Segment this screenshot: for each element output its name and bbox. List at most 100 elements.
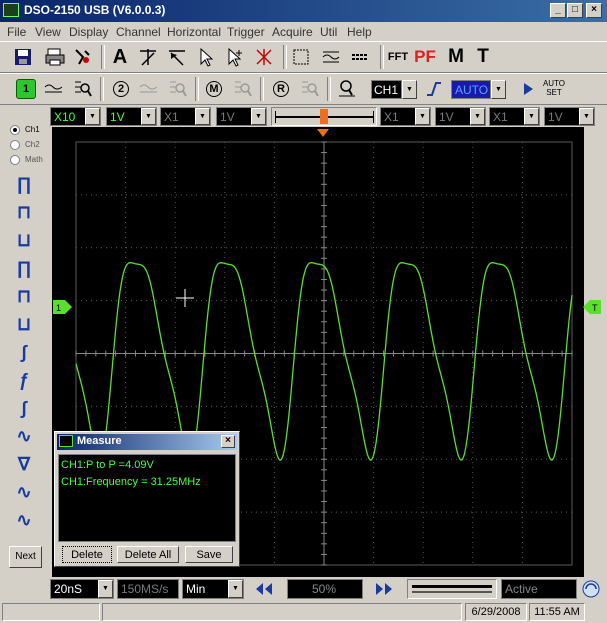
pulse-icon[interactable]: ⊓ (13, 201, 35, 223)
ch2-zoom-icon[interactable] (165, 77, 191, 101)
fft-icon[interactable]: FFT (385, 45, 411, 69)
trigger-position-marker-icon[interactable] (316, 128, 330, 138)
pulse-neg-icon[interactable]: ⊔ (13, 313, 35, 335)
wave-lines-icon[interactable] (318, 45, 344, 69)
sample-rate-display: 150MS/s (117, 579, 179, 599)
measure-result-freq: CH1:Frequency = 31.25MHz (61, 476, 201, 488)
separator (380, 45, 384, 69)
chevron-down-icon: ▼ (251, 108, 266, 125)
next-button[interactable]: Next (9, 546, 42, 568)
ch2-toggle-icon[interactable]: 2 (108, 77, 134, 101)
ch2-number: 2 (113, 81, 129, 97)
ch1-wave-icon[interactable] (41, 77, 67, 101)
chevron-down-icon: ▼ (579, 108, 594, 125)
slider-thumb[interactable] (320, 109, 328, 124)
ch1-probe-combo[interactable]: X10 ▼ (50, 107, 101, 126)
minimize-button[interactable]: _ (550, 3, 566, 18)
close-button[interactable]: × (586, 3, 602, 18)
separator (327, 77, 331, 101)
menu-util[interactable]: Util (320, 25, 337, 39)
delete-button[interactable]: Delete (62, 546, 112, 563)
ch2-wave-icon[interactable] (136, 77, 162, 101)
trigger-mode-combo[interactable]: AUTO (451, 80, 491, 99)
pointer-icon[interactable] (193, 45, 219, 69)
trigger-mode-dropdown-icon[interactable]: ▼ (491, 80, 506, 99)
rect-icon[interactable] (288, 45, 314, 69)
cursor-x-icon[interactable] (251, 45, 277, 69)
ch1-volts-combo[interactable]: 1V ▼ (106, 107, 157, 126)
menu-horizontal[interactable]: Horizontal (167, 25, 221, 39)
edge-rise-icon[interactable]: ∫ (13, 341, 35, 363)
pulse-pos-icon[interactable]: ⊓ (13, 285, 35, 307)
auto-set-button[interactable]: AUTO SET (540, 79, 568, 97)
pulse-double-icon[interactable]: ∏ (13, 257, 35, 279)
menu-channel[interactable]: Channel (116, 25, 161, 39)
pointer-plus-icon[interactable] (222, 45, 248, 69)
trigger-slope-icon[interactable] (421, 77, 447, 101)
pulse-narrow-icon[interactable]: ⊔ (13, 229, 35, 251)
menu-acquire[interactable]: Acquire (272, 25, 313, 39)
app-icon (3, 3, 19, 17)
ref-toggle-icon[interactable]: R (268, 77, 294, 101)
ch1-ground-marker-icon[interactable]: 1 (52, 299, 74, 315)
menu-view[interactable]: View (35, 25, 61, 39)
video-icon[interactable]: ∿ (13, 425, 35, 447)
menu-file[interactable]: File (7, 25, 26, 39)
lines-icon[interactable] (347, 45, 373, 69)
scroll-right-button[interactable] (368, 579, 398, 599)
search-icon[interactable] (334, 77, 360, 101)
menu-trigger[interactable]: Trigger (227, 25, 265, 39)
menu-help[interactable]: Help (347, 25, 372, 39)
measure-title-bar: Measure × (57, 434, 237, 450)
save-measure-button[interactable]: Save (185, 546, 233, 563)
double-arrow-left-icon (256, 583, 272, 595)
trigger-level-marker-icon[interactable]: T (582, 299, 602, 315)
math-icon[interactable]: M (443, 45, 469, 69)
math-probe-combo[interactable]: X1 ▼ (380, 107, 431, 126)
menu-display[interactable]: Display (69, 25, 108, 39)
ref-volts-combo[interactable]: 1V ▼ (544, 107, 595, 126)
delete-all-button[interactable]: Delete All (117, 546, 179, 563)
timebase-combo[interactable]: 20nS ▼ (50, 579, 114, 599)
trigger-source-combo[interactable]: CH1 (371, 80, 402, 99)
measure-close-icon[interactable]: × (221, 435, 235, 448)
ref-probe-combo[interactable]: X1 ▼ (489, 107, 540, 126)
cursor-diag-icon[interactable] (164, 45, 190, 69)
pulse-wide-icon[interactable]: ∏ (13, 173, 35, 195)
alt-trigger-icon[interactable]: ∿ (13, 509, 35, 531)
video-field-icon[interactable]: ∇ (13, 453, 35, 475)
math-zoom-icon[interactable] (230, 77, 256, 101)
horizontal-position-slider[interactable] (271, 107, 377, 126)
radio-ch2[interactable] (10, 140, 20, 150)
ch1-toggle-icon[interactable]: 1 (13, 77, 39, 101)
edge-fall-icon[interactable]: ƒ (13, 369, 35, 391)
ch2-volts-combo[interactable]: 1V ▼ (216, 107, 267, 126)
trigger-t-icon[interactable]: T (470, 45, 496, 69)
radio-ch1[interactable] (10, 125, 20, 135)
crosshair-cursor-icon (176, 289, 194, 307)
run-stop-icon[interactable] (582, 580, 600, 598)
run-icon[interactable] (515, 77, 541, 101)
measure-app-icon (59, 435, 73, 447)
maximize-button[interactable]: □ (567, 3, 583, 18)
radio-math[interactable] (10, 155, 20, 165)
print-icon[interactable] (42, 45, 68, 69)
acquire-mode-combo[interactable]: Min ▼ (182, 579, 244, 599)
math-volts-combo[interactable]: 1V ▼ (435, 107, 486, 126)
save-icon[interactable] (10, 45, 36, 69)
pass-fail-icon[interactable]: PF (412, 45, 438, 69)
cursor-cross-icon[interactable] (135, 45, 161, 69)
bottom-bar: 20nS ▼ 150MS/s Min ▼ 50% Active (0, 578, 607, 600)
ch1-zoom-icon[interactable] (70, 77, 96, 101)
settings-icon[interactable] (70, 45, 96, 69)
window-title: DSO-2150 USB (V6.0.0.3) (24, 3, 166, 17)
video-line-icon[interactable]: ∿ (13, 481, 35, 503)
ch2-probe-combo[interactable]: X1 ▼ (160, 107, 211, 126)
text-icon[interactable]: A (107, 45, 133, 69)
measure-window: Measure × CH1:P to P =4.09V CH1:Frequenc… (54, 431, 240, 567)
edge-slope-icon[interactable]: ∫ (13, 397, 35, 419)
math-toggle-icon[interactable]: M (201, 77, 227, 101)
ref-zoom-icon[interactable] (297, 77, 323, 101)
scroll-left-button[interactable] (250, 579, 280, 599)
trigger-source-dropdown-icon[interactable]: ▼ (402, 80, 417, 99)
